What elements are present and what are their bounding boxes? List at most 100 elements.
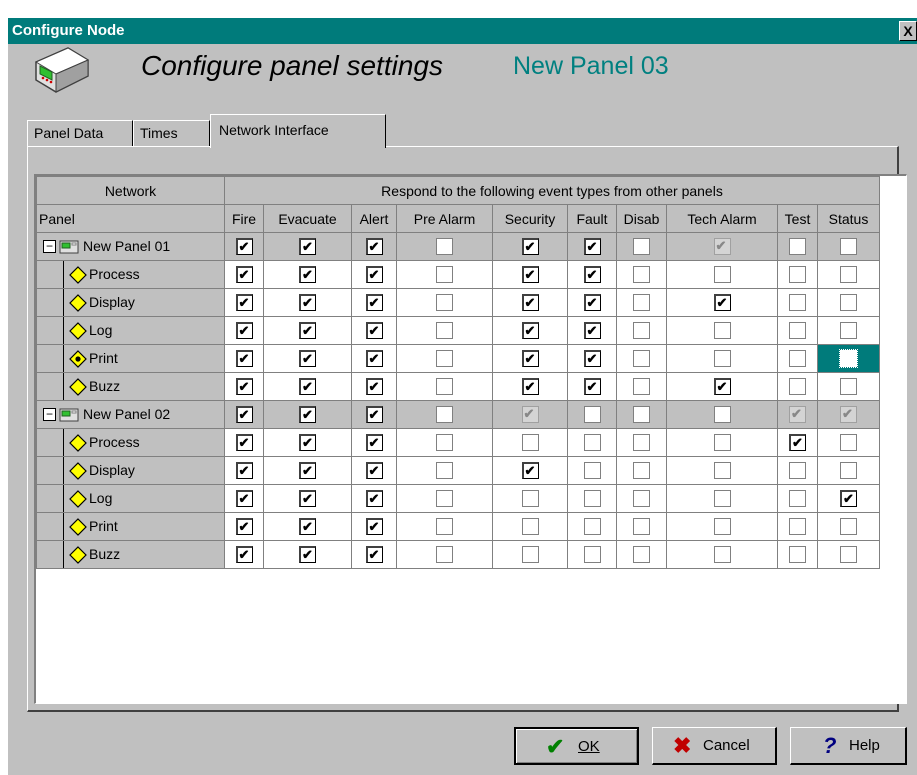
event-checkbox[interactable] (521, 378, 539, 396)
tab-panel-data[interactable]: Panel Data (27, 120, 133, 146)
event-checkbox[interactable] (235, 322, 253, 340)
event-checkbox[interactable] (713, 322, 731, 340)
event-checkbox[interactable] (235, 406, 253, 424)
collapse-toggle[interactable]: − (43, 408, 56, 421)
event-checkbox[interactable] (235, 518, 253, 536)
event-checkbox[interactable] (713, 350, 731, 368)
event-checkbox[interactable] (299, 406, 316, 424)
tab-times[interactable]: Times (133, 120, 210, 146)
interface-tree-node[interactable]: Buzz (36, 372, 225, 401)
event-checkbox[interactable] (299, 238, 316, 256)
event-checkbox[interactable] (713, 266, 731, 284)
event-checkbox[interactable] (633, 490, 650, 508)
event-checkbox[interactable] (521, 294, 539, 312)
interface-tree-node[interactable]: Display (36, 456, 225, 485)
event-checkbox[interactable] (436, 490, 453, 508)
interface-tree-node[interactable]: Log (36, 316, 225, 345)
event-checkbox[interactable] (299, 518, 316, 536)
event-checkbox[interactable] (521, 266, 539, 284)
event-checkbox[interactable] (235, 238, 253, 256)
event-checkbox[interactable] (436, 546, 453, 564)
event-checkbox[interactable] (299, 322, 316, 340)
event-checkbox[interactable] (789, 462, 806, 480)
event-checkbox[interactable] (633, 518, 650, 536)
interface-tree-node[interactable]: Print (36, 344, 225, 373)
event-checkbox[interactable] (789, 322, 806, 340)
event-checkbox[interactable] (521, 546, 539, 564)
event-checkbox[interactable] (840, 462, 857, 480)
help-button[interactable]: ? Help (790, 727, 907, 765)
event-checkbox[interactable] (840, 406, 857, 424)
event-checkbox[interactable] (840, 294, 857, 312)
event-checkbox[interactable] (436, 294, 453, 312)
event-checkbox[interactable] (365, 434, 383, 452)
close-button[interactable]: X (899, 21, 917, 41)
event-checkbox[interactable] (789, 238, 806, 256)
event-checkbox[interactable] (521, 406, 539, 424)
panel-tree-node[interactable]: − New Panel 01 (36, 232, 225, 261)
event-checkbox[interactable] (436, 238, 453, 256)
event-checkbox[interactable] (436, 322, 453, 340)
collapse-toggle[interactable]: − (43, 240, 56, 253)
event-checkbox[interactable] (713, 518, 731, 536)
event-checkbox[interactable] (583, 434, 601, 452)
cancel-button[interactable]: ✖ Cancel (652, 727, 777, 765)
event-checkbox[interactable] (365, 518, 383, 536)
event-checkbox[interactable] (633, 238, 650, 256)
tab-network-interface[interactable]: Network Interface (210, 114, 386, 148)
event-checkbox[interactable] (365, 294, 383, 312)
event-checkbox[interactable] (789, 518, 806, 536)
interface-tree-node[interactable]: Print (36, 512, 225, 541)
event-checkbox[interactable] (633, 434, 650, 452)
interface-tree-node[interactable]: Process (36, 428, 225, 457)
event-checkbox[interactable] (633, 378, 650, 396)
event-checkbox[interactable] (713, 378, 731, 396)
event-checkbox[interactable] (235, 350, 253, 368)
event-checkbox[interactable] (299, 350, 316, 368)
event-checkbox[interactable] (840, 518, 857, 536)
event-checkbox[interactable] (583, 266, 601, 284)
event-checkbox[interactable] (583, 518, 601, 536)
event-checkbox[interactable] (713, 406, 731, 424)
event-checkbox[interactable] (235, 546, 253, 564)
event-checkbox[interactable] (583, 350, 601, 368)
event-checkbox[interactable] (521, 350, 539, 368)
event-checkbox[interactable] (365, 462, 383, 480)
event-checkbox[interactable] (633, 266, 650, 284)
event-checkbox[interactable] (583, 406, 601, 424)
event-checkbox[interactable] (713, 490, 731, 508)
event-checkbox[interactable] (789, 378, 806, 396)
event-checkbox[interactable] (365, 322, 383, 340)
event-checkbox[interactable] (789, 434, 806, 452)
interface-tree-node[interactable]: Process (36, 260, 225, 289)
event-checkbox[interactable] (235, 378, 253, 396)
event-checkbox[interactable] (840, 266, 857, 284)
event-checkbox[interactable] (436, 266, 453, 284)
event-checkbox[interactable] (235, 490, 253, 508)
event-checkbox[interactable] (633, 406, 650, 424)
event-checkbox[interactable] (839, 349, 858, 369)
event-checkbox[interactable] (583, 490, 601, 508)
event-checkbox[interactable] (299, 266, 316, 284)
ok-button[interactable]: ✔ OK (514, 727, 639, 765)
event-checkbox[interactable] (365, 378, 383, 396)
event-checkbox[interactable] (789, 266, 806, 284)
event-checkbox[interactable] (840, 434, 857, 452)
event-checkbox[interactable] (299, 378, 316, 396)
event-checkbox[interactable] (365, 238, 383, 256)
event-checkbox[interactable] (299, 462, 316, 480)
event-checkbox[interactable] (633, 322, 650, 340)
event-checkbox[interactable] (713, 546, 731, 564)
event-checkbox[interactable] (840, 322, 857, 340)
event-checkbox[interactable] (299, 434, 316, 452)
event-checkbox[interactable] (583, 462, 601, 480)
event-checkbox[interactable] (583, 238, 601, 256)
event-checkbox[interactable] (365, 406, 383, 424)
event-checkbox[interactable] (235, 294, 253, 312)
interface-tree-node[interactable]: Buzz (36, 540, 225, 569)
event-checkbox[interactable] (789, 350, 806, 368)
event-checkbox[interactable] (365, 546, 383, 564)
event-checkbox[interactable] (840, 546, 857, 564)
event-checkbox[interactable] (789, 294, 806, 312)
event-checkbox[interactable] (235, 462, 253, 480)
